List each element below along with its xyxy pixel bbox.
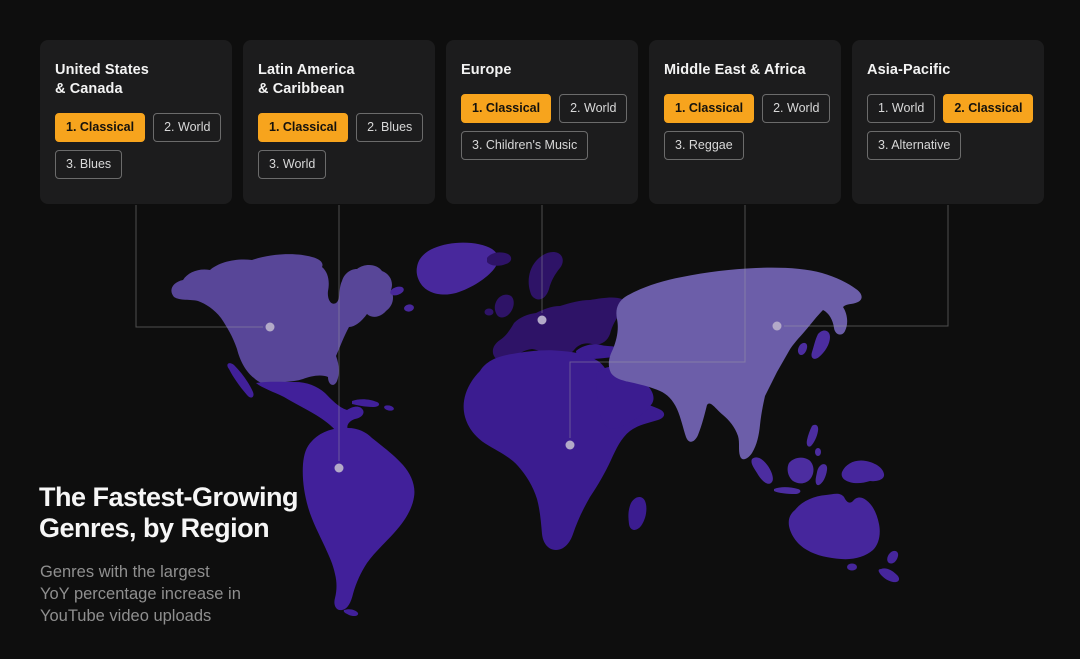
region-card-title: United States& Canada <box>55 61 217 99</box>
infographic-canvas: United States& Canada 1. Classical 2. Wo… <box>0 0 1080 659</box>
region-card-us-canada: United States& Canada 1. Classical 2. Wo… <box>40 40 232 204</box>
map-region-asia <box>609 268 862 460</box>
page-title-line2: Genres, by Region <box>39 513 298 544</box>
genre-badge-row: 3. Children's Music <box>461 131 623 160</box>
genre-badge-rank3: 3. Alternative <box>867 131 961 160</box>
genre-badge-rank1: 1. Classical <box>461 94 551 123</box>
genre-badge-row: 1. Classical 2. World <box>664 94 826 123</box>
page-subtitle-line3: YouTube video uploads <box>40 605 241 627</box>
genre-badge-row: 1. Classical 2. Blues <box>258 113 420 142</box>
genre-badge-rank2: 2. Classical <box>943 94 1033 123</box>
genre-badge-row: 1. Classical 2. World <box>461 94 623 123</box>
map-region-greenland <box>389 243 498 313</box>
page-subtitle: Genres with the largest YoY percentage i… <box>40 561 241 627</box>
page-title: The Fastest-Growing Genres, by Region <box>39 482 298 544</box>
genre-badge-rank2: 2. World <box>762 94 830 123</box>
genre-badge-rank2: 2. World <box>153 113 221 142</box>
genre-badge-row: 3. Alternative <box>867 131 1029 160</box>
region-card-middle-east-africa: Middle East & Africa 1. Classical 2. Wor… <box>649 40 841 204</box>
genre-badge-row: 3. World <box>258 150 420 179</box>
page-subtitle-line2: YoY percentage increase in <box>40 583 241 605</box>
region-cards-row: United States& Canada 1. Classical 2. Wo… <box>40 40 1044 204</box>
genre-badge-rank1: 1. World <box>867 94 935 123</box>
genre-badge-rank2: 2. World <box>559 94 627 123</box>
region-card-latin-america-caribbean: Latin America& Caribbean 1. Classical 2.… <box>243 40 435 204</box>
genre-badge-row: 3. Blues <box>55 150 217 179</box>
genre-badge-rank1: 1. Classical <box>664 94 754 123</box>
genre-badge-rank3: 3. Reggae <box>664 131 744 160</box>
genre-badge-row: 1. Classical 2. World <box>55 113 217 142</box>
region-card-europe: Europe 1. Classical 2. World 3. Children… <box>446 40 638 204</box>
genre-badge-rank3: 3. Blues <box>55 150 122 179</box>
page-title-line1: The Fastest-Growing <box>39 482 298 513</box>
map-dot-europe <box>538 316 547 325</box>
genre-badge-row: 1. World 2. Classical <box>867 94 1029 123</box>
genre-badge-rank1: 1. Classical <box>55 113 145 142</box>
map-region-east-asia-islands <box>798 330 830 358</box>
genre-badge-row: 3. Reggae <box>664 131 826 160</box>
region-card-title: Middle East & Africa <box>664 61 826 80</box>
map-dot-asia-pacific <box>773 322 782 331</box>
map-dot-latin-america <box>335 464 344 473</box>
genre-badge-rank3: 3. World <box>258 150 326 179</box>
map-dot-middle-east-africa <box>566 441 575 450</box>
map-region-south-america <box>303 428 415 616</box>
genre-badge-rank2: 2. Blues <box>356 113 423 142</box>
page-subtitle-line1: Genres with the largest <box>40 561 241 583</box>
region-card-title: Latin America& Caribbean <box>258 61 420 99</box>
map-region-north-america <box>171 254 393 385</box>
genre-badge-rank3: 3. Children's Music <box>461 131 588 160</box>
map-region-southeast-asia-islands <box>751 425 827 494</box>
region-card-asia-pacific: Asia-Pacific 1. World 2. Classical 3. Al… <box>852 40 1044 204</box>
map-dot-us-canada <box>266 323 275 332</box>
region-card-title: Europe <box>461 61 623 80</box>
region-card-title: Asia-Pacific <box>867 61 1029 80</box>
genre-badge-rank1: 1. Classical <box>258 113 348 142</box>
